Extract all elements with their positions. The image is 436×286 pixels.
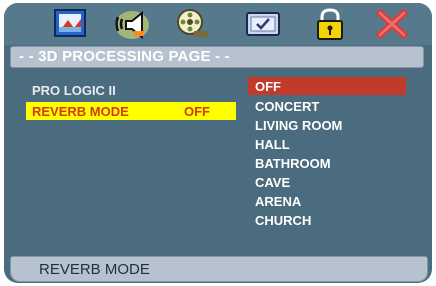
video-reel-icon[interactable] [172, 7, 212, 41]
option-label: ARENA [255, 194, 302, 209]
option-label: CONCERT [255, 99, 320, 114]
setting-pro-logic[interactable]: PRO LOGIC II [26, 81, 236, 99]
exit-icon[interactable] [372, 7, 412, 41]
option-label: HALL [255, 137, 290, 152]
setting-value: OFF [184, 104, 210, 119]
setting-label: REVERB MODE [32, 104, 129, 119]
status-text: REVERB MODE [39, 261, 150, 278]
option-label: OFF [255, 79, 281, 94]
lock-icon[interactable] [310, 7, 350, 41]
option-cave[interactable]: CAVE [248, 173, 406, 191]
option-label: BATHROOM [255, 156, 331, 171]
option-living-room[interactable]: LIVING ROOM [248, 116, 406, 134]
option-off[interactable]: OFF [248, 77, 406, 95]
option-label: CAVE [255, 175, 291, 190]
audio-speaker-icon[interactable] [112, 7, 152, 41]
option-label: CHURCH [255, 213, 312, 228]
setting-reverb-mode[interactable]: REVERB MODE OFF [26, 102, 236, 120]
option-hall[interactable]: HALL [248, 135, 406, 153]
page-header: - - 3D PROCESSING PAGE - - [10, 46, 424, 68]
status-bar: REVERB MODE [10, 256, 428, 282]
toolbar [4, 3, 432, 45]
osd-window: - - 3D PROCESSING PAGE - - PRO LOGIC II … [4, 3, 432, 283]
option-bathroom[interactable]: BATHROOM [248, 154, 406, 172]
screen-setup-icon[interactable] [244, 7, 284, 41]
option-church[interactable]: CHURCH [248, 211, 406, 229]
option-label: LIVING ROOM [255, 118, 343, 133]
setting-label: PRO LOGIC II [32, 83, 116, 98]
option-concert[interactable]: CONCERT [248, 97, 406, 115]
general-setup-icon[interactable] [52, 7, 92, 41]
page-title: - - 3D PROCESSING PAGE - - [19, 48, 230, 65]
option-arena[interactable]: ARENA [248, 192, 406, 210]
settings-panel: PRO LOGIC II REVERB MODE OFF OFF CONCERT… [4, 71, 432, 255]
